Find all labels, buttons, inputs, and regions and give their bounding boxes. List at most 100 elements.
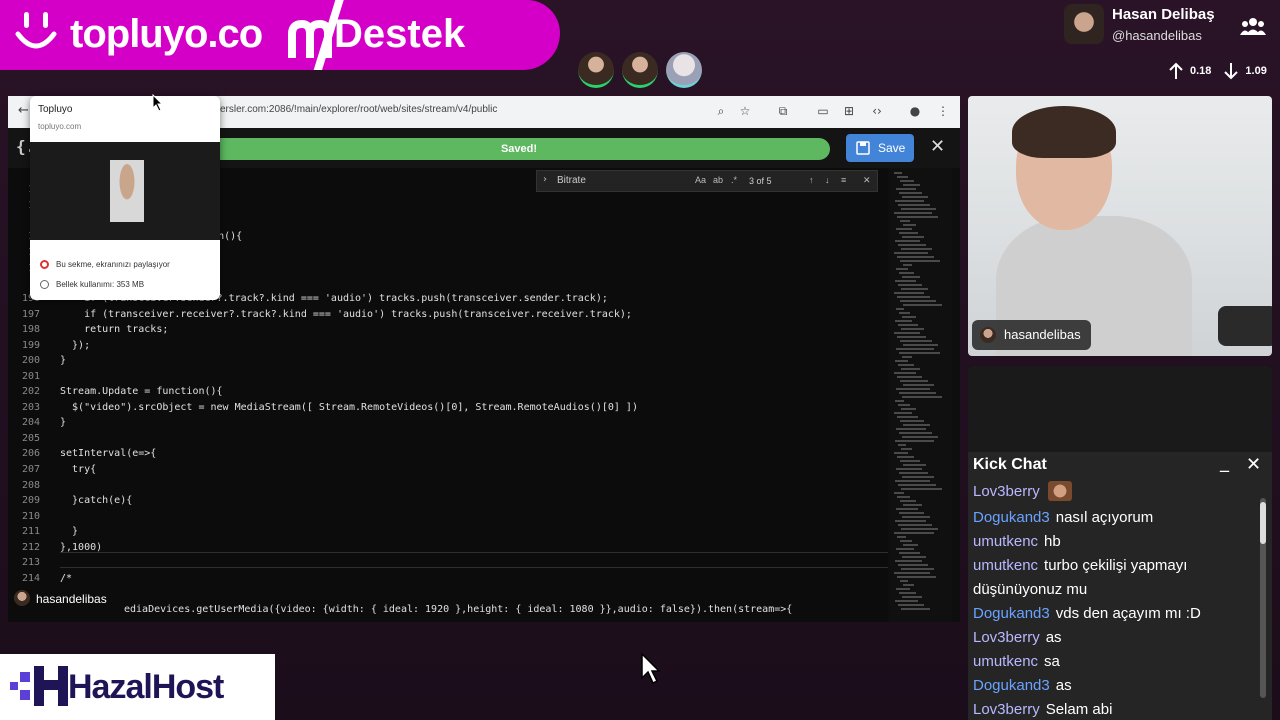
chat-message: umutkenc sa xyxy=(973,650,1255,674)
minimap-line xyxy=(894,452,908,454)
minimize-icon[interactable]: _ xyxy=(1220,452,1229,473)
minimap-line xyxy=(899,512,924,514)
chat-username[interactable]: Dogukand3 xyxy=(973,677,1050,694)
minimap-line xyxy=(900,220,910,222)
code-line: return tracks; xyxy=(60,324,169,335)
chat-username[interactable]: umutkenc xyxy=(973,557,1038,574)
code-line: },1000) xyxy=(60,542,103,553)
line-number: 209 xyxy=(21,495,40,506)
code-icon[interactable]: ‹› xyxy=(870,104,884,118)
webcam-label: hasandelibas xyxy=(972,320,1091,350)
line-number: 200 xyxy=(21,355,40,366)
minimap-line xyxy=(897,536,906,538)
minimap-line xyxy=(900,380,928,382)
code-line: try{ xyxy=(60,464,97,475)
chat-text: as xyxy=(1055,677,1072,694)
minimap-line xyxy=(895,440,934,442)
minimap-line xyxy=(903,304,942,306)
chat-username[interactable]: umutkenc xyxy=(973,653,1038,670)
minimap-line xyxy=(898,364,914,366)
chat-username[interactable]: umutkenc xyxy=(973,533,1038,550)
upload-value: 0.18 xyxy=(1190,65,1212,77)
minimap-line xyxy=(896,188,916,190)
chat-text: sa xyxy=(1044,653,1060,670)
line-number: 214 xyxy=(21,573,40,584)
minimap-line xyxy=(897,296,930,298)
minimap-line xyxy=(903,224,916,226)
minimap-line xyxy=(895,520,926,522)
chat-text: Selam abi xyxy=(1045,701,1113,718)
minimap-line xyxy=(903,424,930,426)
streamer-profile: Hasan Delibaş @hasandelibas xyxy=(1064,4,1280,48)
minimap-line xyxy=(902,396,942,398)
minimap-line xyxy=(897,256,934,258)
minimap-line xyxy=(896,468,922,470)
chevron-right-icon[interactable]: › xyxy=(543,174,547,185)
minimap-line xyxy=(902,276,920,278)
arrow-up-icon[interactable]: ↑ xyxy=(809,175,814,185)
find-widget: › Bitrate Aa ab .* 3 of 5 ↑ ↓ ≡ ✕ xyxy=(536,170,878,192)
minimap-line xyxy=(898,284,922,286)
chat-username[interactable]: Dogukand3 xyxy=(973,509,1050,526)
line-number: 205 xyxy=(21,433,40,444)
minimap-line xyxy=(896,588,910,590)
zoom-icon[interactable]: ⌕ xyxy=(714,104,728,118)
viewer-avatar[interactable] xyxy=(622,52,658,88)
tab-thumbnail xyxy=(30,142,220,240)
code-line: Stream.Update = function(){ xyxy=(60,386,223,397)
chat-message: Lov3berry Selam abi xyxy=(973,698,1255,720)
minimap-line xyxy=(895,480,930,482)
extensions-icon[interactable]: ⧉ xyxy=(776,104,790,118)
bookmark-star-icon[interactable]: ☆ xyxy=(738,104,752,118)
network-stats: 0.18 1.09 xyxy=(1168,62,1267,80)
chat-username[interactable]: Lov3berry xyxy=(973,483,1040,500)
minimap-line xyxy=(900,580,908,582)
find-menu-icon[interactable]: ≡ xyxy=(841,175,846,185)
find-input[interactable]: Bitrate xyxy=(557,175,586,186)
minimap-line xyxy=(901,608,930,610)
minimap-line xyxy=(894,292,924,294)
url-text[interactable]: ersler.com:2086/!main/explorer/root/web/… xyxy=(220,104,497,115)
menu-dots-icon[interactable]: ⋮ xyxy=(936,104,950,118)
arrow-down-icon[interactable]: ↓ xyxy=(825,175,830,185)
chat-username[interactable]: Lov3berry xyxy=(973,629,1040,646)
cast-icon[interactable]: ▭ xyxy=(816,104,830,118)
minimap-line xyxy=(902,556,926,558)
minimap-line xyxy=(897,336,926,338)
minimap-line xyxy=(902,356,912,358)
saved-notification: Saved! xyxy=(208,138,830,160)
close-icon[interactable]: ✕ xyxy=(1246,454,1261,475)
chat-username[interactable]: Dogukand3 xyxy=(973,605,1050,622)
minimap-line xyxy=(894,572,930,574)
minimap-line xyxy=(897,416,918,418)
chat-username[interactable]: Lov3berry xyxy=(973,701,1040,718)
match-case-icon[interactable]: Aa xyxy=(695,175,706,185)
avatar[interactable] xyxy=(1064,4,1104,44)
minimap-line xyxy=(901,368,920,370)
line-number: 197 xyxy=(21,309,40,320)
minimap[interactable] xyxy=(890,168,952,622)
minimap-line xyxy=(898,524,932,526)
group-icon[interactable] xyxy=(1240,16,1266,36)
code-line: $("video").srcObject = new MediaStream([… xyxy=(60,402,638,413)
minimap-line xyxy=(897,576,936,578)
close-icon[interactable]: ✕ xyxy=(930,136,945,158)
line-number: 198 xyxy=(21,324,40,335)
banner-brand: topluyo.co xyxy=(70,12,263,56)
minimap-line xyxy=(894,172,902,174)
minimap-line xyxy=(901,288,928,290)
save-button[interactable]: Save xyxy=(846,134,914,162)
profile-icon[interactable]: ● xyxy=(908,104,922,118)
regex-icon[interactable]: .* xyxy=(731,175,737,185)
whole-word-icon[interactable]: ab xyxy=(713,175,723,185)
minimap-line xyxy=(900,340,932,342)
chat-text: as xyxy=(1045,629,1062,646)
minimap-line xyxy=(901,568,934,570)
viewer-avatar[interactable] xyxy=(666,52,702,88)
minimap-line xyxy=(897,216,938,218)
chat-scrollbar[interactable] xyxy=(1260,498,1266,698)
apps-icon[interactable]: ⊞ xyxy=(842,104,856,118)
viewer-avatar[interactable] xyxy=(578,52,614,88)
close-find-icon[interactable]: ✕ xyxy=(863,175,871,186)
back-arrow-icon[interactable]: ← xyxy=(18,103,29,118)
